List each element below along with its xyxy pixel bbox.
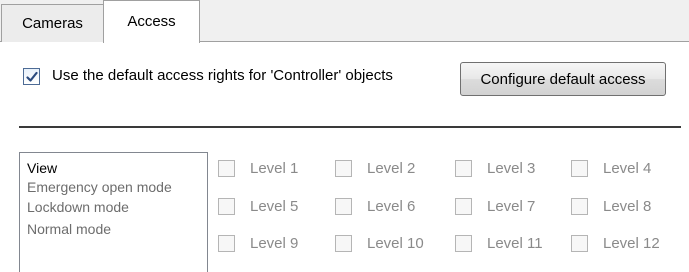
level-label: Level 9 <box>250 235 299 252</box>
mode-item-normal[interactable]: Normal mode <box>27 221 111 237</box>
level-label: Level 7 <box>487 198 536 215</box>
checkbox-box[interactable] <box>218 235 235 252</box>
checkbox-box[interactable] <box>571 198 588 215</box>
mode-item-emergency-open[interactable]: Emergency open mode <box>27 179 172 195</box>
checkbox-box[interactable] <box>455 198 472 215</box>
level-label: Level 3 <box>487 160 536 177</box>
checkbox-box[interactable] <box>455 235 472 252</box>
level-label: Level 4 <box>603 160 652 177</box>
mode-item-label: Lockdown mode <box>27 199 129 215</box>
checkbox-box[interactable] <box>455 160 472 177</box>
tab-access[interactable]: Access <box>103 0 200 43</box>
tab-cameras-label: Cameras <box>22 15 83 32</box>
configure-default-access-button[interactable]: Configure default access <box>460 62 666 96</box>
mode-item-view[interactable]: View <box>27 160 57 176</box>
mode-list[interactable]: View Emergency open mode Lockdown mode N… <box>19 152 208 272</box>
checkbox-box[interactable] <box>571 160 588 177</box>
configure-default-access-label: Configure default access <box>480 70 646 88</box>
level-label: Level 12 <box>603 235 660 252</box>
checkbox-box[interactable] <box>218 160 235 177</box>
mode-item-label: View <box>27 160 58 176</box>
checkbox-box[interactable] <box>218 198 235 215</box>
checkbox-box[interactable] <box>335 198 352 215</box>
default-access-label: Use the default access rights for 'Contr… <box>52 67 393 84</box>
checkmark-icon <box>26 71 38 82</box>
level-label: Level 6 <box>367 198 416 215</box>
checkbox-box[interactable] <box>571 235 588 252</box>
mode-item-label: Emergency open mode <box>27 179 172 195</box>
default-access-checkbox[interactable] <box>23 68 40 85</box>
level-label: Level 2 <box>367 160 416 177</box>
tab-cameras[interactable]: Cameras <box>1 4 104 42</box>
mode-item-lockdown[interactable]: Lockdown mode <box>27 199 129 215</box>
level-label: Level 8 <box>603 198 652 215</box>
level-label: Level 11 <box>487 235 543 252</box>
tab-access-label: Access <box>127 12 176 30</box>
checkbox-box[interactable] <box>335 160 352 177</box>
separator-line <box>19 126 681 128</box>
mode-item-label: Normal mode <box>27 221 112 237</box>
checkbox-box[interactable] <box>335 235 352 252</box>
level-label: Level 5 <box>250 198 299 215</box>
tab-strip: Cameras Access <box>0 0 689 43</box>
level-label: Level 1 <box>250 160 299 177</box>
level-label: Level 10 <box>367 235 424 252</box>
